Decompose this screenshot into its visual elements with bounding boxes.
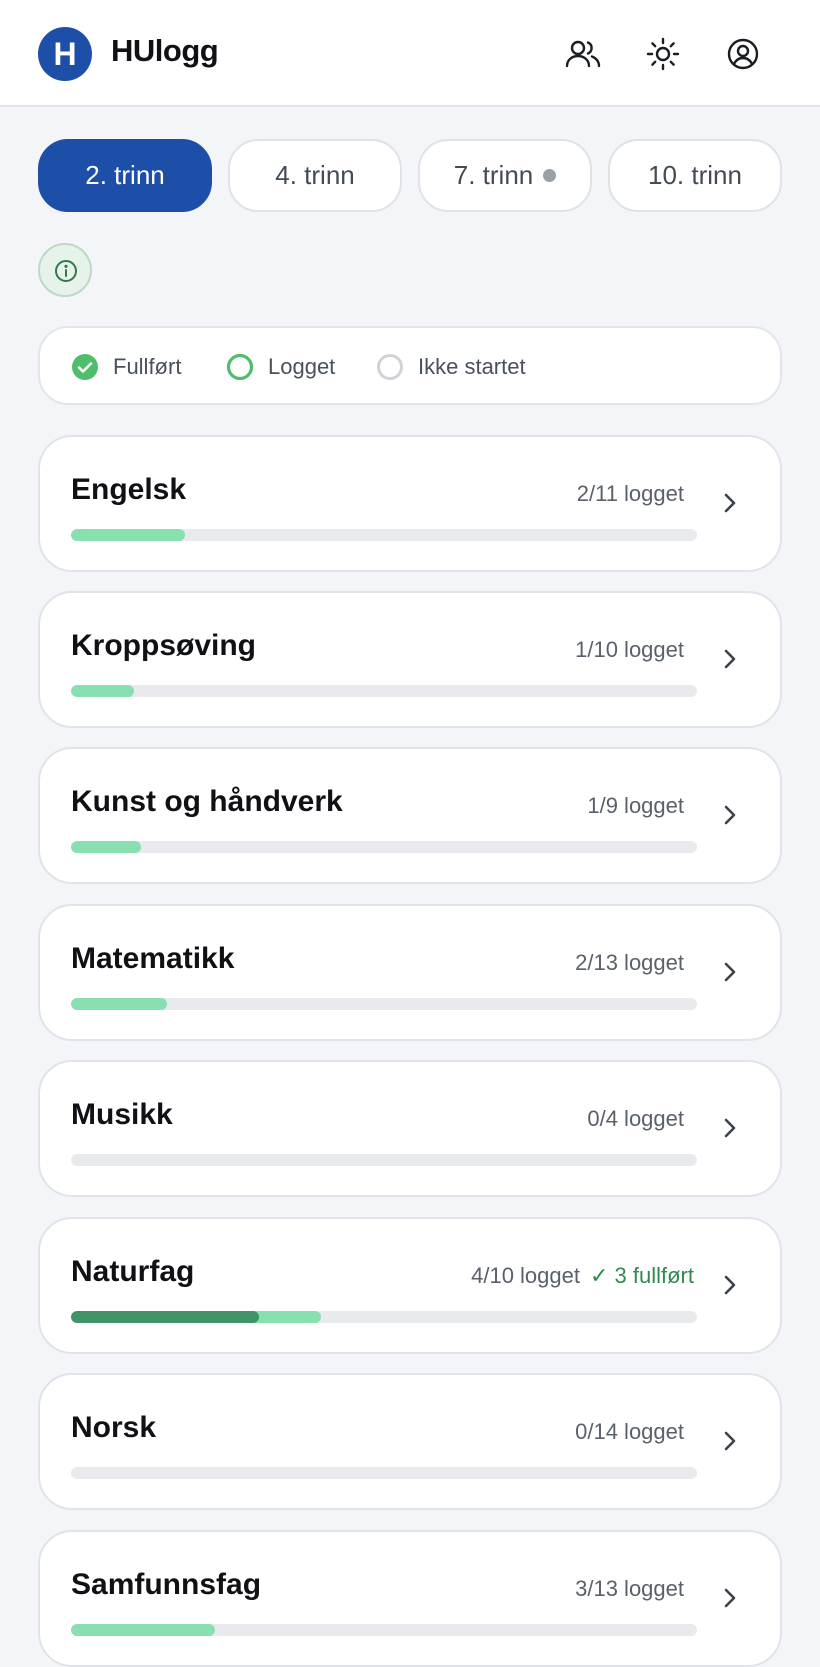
- legend-label: Fullført: [113, 354, 182, 379]
- logged-bar: [71, 998, 168, 1010]
- chevron-right-icon: [718, 645, 742, 673]
- chevron-right-icon: [718, 958, 742, 986]
- logged-bar: [71, 1624, 216, 1636]
- subject-title: Matematikk: [71, 942, 235, 975]
- progress-track: [71, 529, 697, 541]
- progress-track: [71, 841, 697, 853]
- subject-progress-text: 2/11 logget: [577, 481, 694, 507]
- chevron-right-icon: [718, 801, 742, 829]
- chevron-right-icon: [718, 1271, 742, 1299]
- progress-track: [71, 1467, 697, 1479]
- subject-card[interactable]: Engelsk 2/11 logget: [38, 435, 782, 572]
- logged-bar: [71, 529, 185, 541]
- subject-card[interactable]: Kunst og håndverk 1/9 logget: [38, 747, 782, 884]
- subject-title: Norsk: [71, 1411, 157, 1444]
- subject-card[interactable]: Norsk 0/14 logget: [38, 1373, 782, 1510]
- completed-count: ✓ 3 fullført: [589, 1263, 694, 1288]
- logged-count: 1/9 logget: [587, 793, 684, 818]
- logged-bar: [71, 841, 141, 853]
- logged-count: 0/4 logget: [587, 1106, 684, 1131]
- app-header: H HUlogg: [0, 0, 820, 107]
- users-icon[interactable]: [563, 34, 603, 74]
- app-title: HUlogg: [111, 33, 219, 68]
- subject-title: Musikk: [71, 1098, 173, 1131]
- subject-title: Kroppsøving: [71, 629, 256, 662]
- logged-count: 1/10 logget: [575, 637, 684, 662]
- subject-progress-text: 2/13 logget: [575, 950, 694, 976]
- completed-bar: [71, 1311, 259, 1323]
- subject-progress-text: 4/10 logget ✓ 3 fullført: [471, 1263, 694, 1289]
- subject-progress-text: 1/10 logget: [575, 637, 694, 663]
- grade-tabs: 2. trinn 4. trinn 7. trinn 10. trinn: [38, 139, 782, 212]
- chevron-right-icon: [718, 1114, 742, 1142]
- tab-label: 7. trinn: [453, 160, 534, 190]
- tab-4-trinn[interactable]: 4. trinn: [228, 139, 402, 212]
- logged-count: 2/11 logget: [576, 481, 684, 506]
- app-logo[interactable]: H: [38, 27, 92, 81]
- sun-icon[interactable]: [643, 34, 683, 74]
- logged-count: 0/14 logget: [575, 1419, 684, 1444]
- green-ring-icon: [226, 353, 254, 381]
- subject-card[interactable]: Naturfag 4/10 logget ✓ 3 fullført: [38, 1217, 782, 1354]
- subject-card[interactable]: Matematikk 2/13 logget: [38, 904, 782, 1041]
- subject-card[interactable]: Samfunnsfag 3/13 logget: [38, 1530, 782, 1667]
- subject-title: Naturfag: [71, 1255, 195, 1288]
- subject-progress-text: 3/13 logget: [575, 1576, 694, 1602]
- progress-track: [71, 685, 697, 697]
- progress-track: [71, 998, 697, 1010]
- subject-progress-text: 1/9 logget: [587, 793, 694, 819]
- filled-check-circle-icon: [72, 354, 98, 380]
- logged-count: 3/13 logget: [575, 1576, 684, 1601]
- logged-count: 2/13 logget: [575, 950, 684, 975]
- subject-title: Engelsk: [71, 473, 187, 506]
- subject-card[interactable]: Musikk 0/4 logget: [38, 1060, 782, 1197]
- tab-10-trinn[interactable]: 10. trinn: [608, 139, 782, 212]
- chevron-right-icon: [718, 1584, 742, 1612]
- legend-label: Ikke startet: [418, 354, 526, 379]
- chevron-right-icon: [718, 489, 742, 517]
- subject-title: Kunst og håndverk: [71, 785, 343, 818]
- progress-track: [71, 1154, 697, 1166]
- subject-title: Samfunnsfag: [71, 1568, 262, 1601]
- tab-label: 10. trinn: [648, 160, 742, 190]
- logged-bar: [71, 685, 134, 697]
- tab-label: 2. trinn: [85, 160, 165, 190]
- legend-label: Logget: [268, 354, 336, 379]
- status-legend: Fullført Logget Ikke startet: [38, 326, 782, 405]
- logged-count: 4/10 logget: [471, 1263, 580, 1288]
- subject-progress-text: 0/4 logget: [587, 1106, 694, 1132]
- account-icon[interactable]: [723, 34, 763, 74]
- gray-ring-icon: [377, 354, 403, 380]
- chevron-right-icon: [718, 1427, 742, 1455]
- notification-dot: [543, 168, 557, 182]
- info-button[interactable]: [38, 243, 92, 297]
- progress-track: [71, 1311, 697, 1323]
- progress-track: [71, 1624, 697, 1636]
- tab-2-trinn[interactable]: 2. trinn: [38, 139, 212, 212]
- subject-progress-text: 0/14 logget: [575, 1419, 694, 1445]
- info-icon: [55, 260, 77, 282]
- tab-label: 4. trinn: [275, 160, 355, 190]
- tab-7-trinn[interactable]: 7. trinn: [418, 139, 592, 212]
- subject-card[interactable]: Kroppsøving 1/10 logget: [38, 591, 782, 728]
